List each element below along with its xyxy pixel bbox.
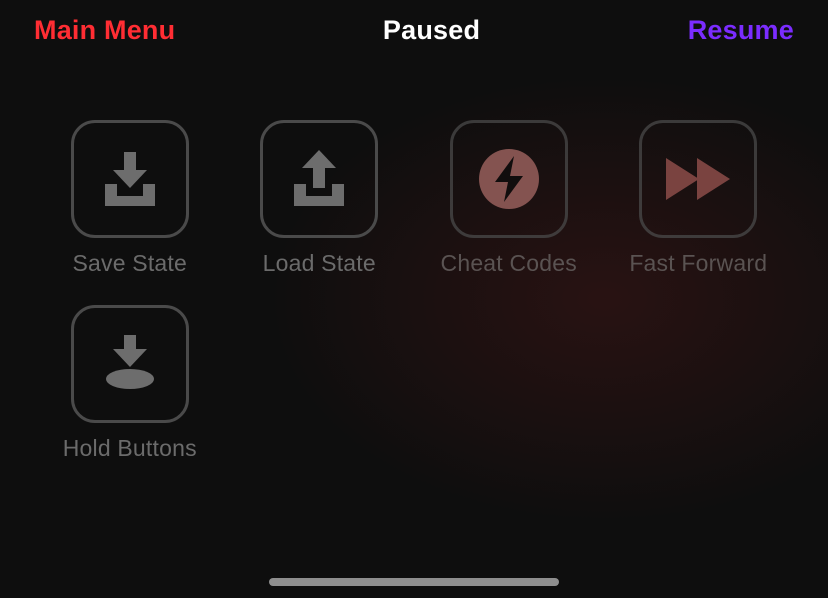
load-state-tile xyxy=(260,120,378,238)
download-tray-icon xyxy=(97,146,163,212)
hold-buttons-button[interactable]: Hold Buttons xyxy=(44,305,216,462)
lightning-badge-icon xyxy=(473,143,545,215)
hold-buttons-label: Hold Buttons xyxy=(63,435,197,462)
load-state-label: Load State xyxy=(263,250,376,277)
pause-title: Paused xyxy=(383,15,480,46)
fast-forward-tile xyxy=(639,120,757,238)
main-menu-button[interactable]: Main Menu xyxy=(34,15,175,46)
fast-forward-button[interactable]: Fast Forward xyxy=(613,120,785,277)
pause-header: Main Menu Paused Resume xyxy=(0,0,828,50)
hold-buttons-tile xyxy=(71,305,189,423)
home-indicator[interactable] xyxy=(269,578,559,586)
press-button-icon xyxy=(95,329,165,399)
save-state-label: Save State xyxy=(72,250,187,277)
pause-actions-grid: Save State Load State xyxy=(0,50,828,462)
save-state-tile xyxy=(71,120,189,238)
cheat-codes-tile xyxy=(450,120,568,238)
save-state-button[interactable]: Save State xyxy=(44,120,216,277)
fast-forward-label: Fast Forward xyxy=(629,250,767,277)
cheat-codes-label: Cheat Codes xyxy=(441,250,577,277)
load-state-button[interactable]: Load State xyxy=(234,120,406,277)
resume-button[interactable]: Resume xyxy=(688,15,794,46)
upload-tray-icon xyxy=(286,146,352,212)
cheat-codes-button[interactable]: Cheat Codes xyxy=(423,120,595,277)
fast-forward-icon xyxy=(659,150,737,208)
